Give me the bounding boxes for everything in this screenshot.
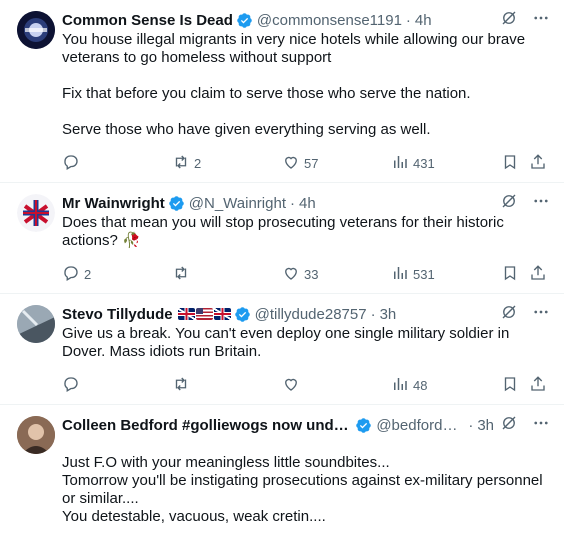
views-icon <box>391 264 409 285</box>
views-icon <box>391 153 409 174</box>
tweet-text: Give us a break. You can't even deploy o… <box>62 325 564 361</box>
grok-icon[interactable] <box>500 9 518 31</box>
reply-feed: Common Sense Is Dead @commonsense1191 · … <box>0 0 564 556</box>
more-icon[interactable] <box>532 9 550 31</box>
tweet-header: Stevo Tillydude @tillydude28757 · 3h <box>62 303 564 325</box>
share-button[interactable] <box>529 375 547 396</box>
tweet-header: Colleen Bedford #golliewogs now under h.… <box>62 414 564 436</box>
reply-button[interactable] <box>62 375 84 396</box>
tweet[interactable]: Mr Wainwright @N_Wainright · 4h Does tha… <box>0 183 564 294</box>
tweet-paragraph: Just F.O with your meaningless little so… <box>62 454 543 525</box>
handle[interactable]: @tillydude28757 <box>255 306 367 323</box>
bookmark-button[interactable] <box>501 264 519 285</box>
verified-badge-icon <box>234 306 251 323</box>
display-name[interactable]: Stevo Tillydude <box>62 306 173 323</box>
action-bar: 2 57 431 <box>62 145 564 177</box>
tweet-header: Common Sense Is Dead @commonsense1191 · … <box>62 9 564 31</box>
share-icon <box>529 375 547 396</box>
tweet-paragraph: Give us a break. You can't even deploy o… <box>62 325 510 360</box>
timestamp[interactable]: 3h <box>380 306 397 323</box>
uk-flag-icon <box>177 308 195 320</box>
display-name[interactable]: Colleen Bedford #golliewogs now under h.… <box>62 417 352 434</box>
handle[interactable]: @bedford_c... <box>376 417 464 434</box>
bookmark-icon <box>501 264 519 285</box>
share-button[interactable] <box>529 153 547 174</box>
like-count: 33 <box>304 267 319 282</box>
action-bar: 2 33 531 <box>62 256 564 288</box>
more-icon[interactable] <box>532 192 550 214</box>
flag-emojis <box>177 308 231 320</box>
views-button[interactable]: 48 <box>391 375 427 396</box>
retweet-icon <box>172 153 190 174</box>
like-icon <box>282 375 300 396</box>
reply-count: 2 <box>84 267 92 282</box>
avatar[interactable] <box>17 194 55 232</box>
us-flag-icon <box>195 308 213 320</box>
like-button[interactable] <box>282 375 304 396</box>
verified-badge-icon <box>355 417 372 434</box>
more-icon[interactable] <box>532 303 550 325</box>
bookmark-icon <box>501 375 519 396</box>
views-icon <box>391 375 409 396</box>
verified-badge-icon <box>168 195 185 212</box>
handle[interactable]: @commonsense1191 <box>257 12 402 29</box>
tweet[interactable]: Colleen Bedford #golliewogs now under h.… <box>0 405 564 556</box>
share-icon <box>529 153 547 174</box>
like-icon <box>282 153 300 174</box>
reply-button[interactable] <box>62 153 84 174</box>
reply-icon <box>62 375 80 396</box>
reply-button[interactable]: 2 <box>62 264 91 285</box>
retweet-icon <box>172 375 190 396</box>
like-button[interactable]: 57 <box>282 153 318 174</box>
avatar[interactable] <box>17 305 55 343</box>
retweet-button[interactable] <box>172 375 194 396</box>
handle[interactable]: @N_Wainright <box>189 195 286 212</box>
tweet-text: You house illegal migrants in very nice … <box>62 31 564 139</box>
tweet-header: Mr Wainwright @N_Wainright · 4h <box>62 192 564 214</box>
tweet[interactable]: Stevo Tillydude @tillydude28757 · 3h Giv… <box>0 294 564 405</box>
tweet-paragraph: Serve those who have given everything se… <box>62 121 431 138</box>
display-name[interactable]: Common Sense Is Dead <box>62 12 233 29</box>
avatar[interactable] <box>17 11 55 49</box>
grok-icon[interactable] <box>500 303 518 325</box>
verified-badge-icon <box>236 12 253 29</box>
share-icon <box>529 264 547 285</box>
timestamp[interactable]: 3h <box>477 417 494 434</box>
reply-icon <box>62 153 80 174</box>
like-icon <box>282 264 300 285</box>
tweet[interactable]: Common Sense Is Dead @commonsense1191 · … <box>0 0 564 183</box>
tweet-paragraph: Fix that before you claim to serve those… <box>62 85 471 102</box>
tweet-text: Does that mean you will stop prosecuting… <box>62 214 564 250</box>
view-count: 431 <box>413 156 435 171</box>
retweet-button[interactable]: 2 <box>172 153 201 174</box>
tweet-text: Just F.O with your meaningless little so… <box>62 436 564 544</box>
timestamp[interactable]: 4h <box>299 195 316 212</box>
views-button[interactable]: 531 <box>391 264 435 285</box>
bookmark-button[interactable] <box>501 153 519 174</box>
uk-flag-icon <box>213 308 231 320</box>
retweet-count: 2 <box>194 156 202 171</box>
share-button[interactable] <box>529 264 547 285</box>
bookmark-button[interactable] <box>501 375 519 396</box>
retweet-button[interactable] <box>172 264 194 285</box>
like-button[interactable]: 33 <box>282 264 318 285</box>
timestamp[interactable]: 4h <box>415 12 432 29</box>
grok-icon[interactable] <box>500 414 518 436</box>
tweet-paragraph: You house illegal migrants in very nice … <box>62 31 526 66</box>
display-name[interactable]: Mr Wainwright <box>62 195 165 212</box>
action-bar: 48 <box>62 367 564 399</box>
views-button[interactable]: 431 <box>391 153 435 174</box>
grok-icon[interactable] <box>500 192 518 214</box>
view-count: 48 <box>413 378 428 393</box>
bookmark-icon <box>501 153 519 174</box>
tweet-paragraph: Does that mean you will stop prosecuting… <box>62 214 504 249</box>
avatar[interactable] <box>17 416 55 454</box>
view-count: 531 <box>413 267 435 282</box>
more-icon[interactable] <box>532 414 550 436</box>
action-bar: 1 6 109 <box>62 550 564 556</box>
reply-icon <box>62 264 80 285</box>
like-count: 57 <box>304 156 319 171</box>
retweet-icon <box>172 264 190 285</box>
